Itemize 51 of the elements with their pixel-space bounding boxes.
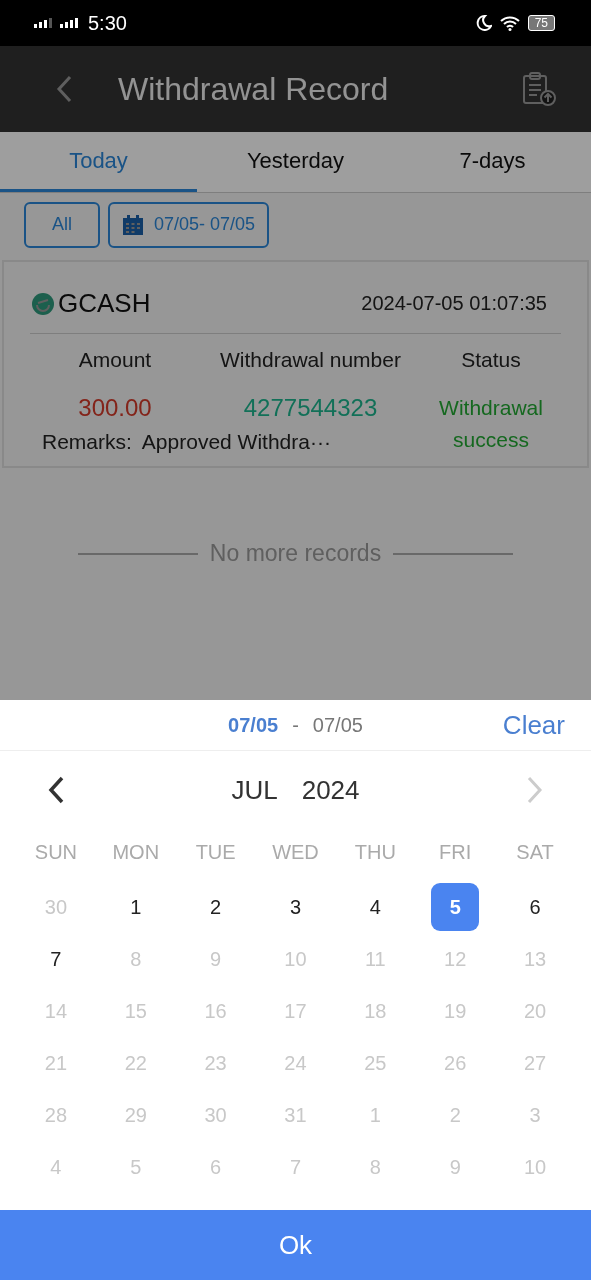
month-label: JUL [231, 774, 278, 806]
weekday-label: TUE [194, 839, 237, 865]
weekday-label: THU [353, 839, 397, 865]
moon-icon [475, 15, 492, 31]
weekday-label: SAT [515, 839, 555, 865]
range-end: 07/05 [312, 713, 363, 737]
status-value: success [452, 428, 530, 452]
column-header: Status [460, 347, 522, 373]
calendar-day[interactable]: 7 [31, 935, 80, 983]
all-filter-button[interactable]: All [24, 201, 100, 248]
date-range-button[interactable]: 07/05- 07/05 [108, 201, 270, 248]
withdrawal-number: 4277544323 [242, 394, 379, 422]
signal-icon [60, 18, 80, 28]
calendar-day[interactable]: 2 [191, 883, 240, 931]
range-separator: - [292, 713, 299, 737]
column-header: Withdrawal number [219, 347, 402, 373]
ok-button[interactable]: Ok [0, 1210, 591, 1280]
clear-button[interactable]: Clear [502, 710, 565, 741]
tab[interactable]: Yesterday [197, 132, 394, 192]
remarks-value: Approved Withdra··· [141, 430, 331, 454]
next-month-icon[interactable] [526, 775, 544, 805]
clipboard-upload-icon[interactable] [521, 71, 557, 107]
calendar-day[interactable]: 5 [431, 883, 480, 931]
status-time: 5:30 [88, 11, 127, 35]
weekday-label: MON [111, 839, 161, 865]
calendar-day[interactable]: 1 [111, 883, 160, 931]
wifi-icon [499, 15, 520, 31]
remarks-label: Remarks: [42, 430, 132, 454]
previous-month-icon[interactable] [47, 775, 65, 805]
record-time: 2024-07-05 01:07:35 [361, 292, 547, 315]
calendar-day[interactable]: 3 [271, 883, 320, 931]
column-header: Amount [77, 347, 153, 373]
page-title: Withdrawal Record [118, 70, 390, 108]
wallet-logo-icon [32, 292, 54, 315]
calendar-day[interactable]: 4 [351, 883, 400, 931]
end-of-list-text: No more records [209, 540, 382, 567]
weekday-label: WED [271, 839, 320, 865]
tab[interactable]: Today [0, 132, 197, 192]
calendar-day[interactable]: 6 [511, 883, 560, 931]
back-icon[interactable] [56, 75, 72, 103]
weekday-label: SUN [33, 839, 79, 865]
weekday-label: FRI [438, 839, 473, 865]
calendar-icon [122, 213, 144, 236]
tab[interactable]: 7-days [394, 132, 591, 192]
range-start: 07/05 [228, 713, 279, 737]
signal-icon [34, 18, 52, 28]
amount-value: 300.00 [77, 394, 153, 422]
status-value: Withdrawal [438, 396, 544, 420]
battery-indicator: 75 [527, 15, 555, 31]
year-label: 2024 [301, 774, 360, 806]
payment-method: GCASH [58, 288, 151, 319]
